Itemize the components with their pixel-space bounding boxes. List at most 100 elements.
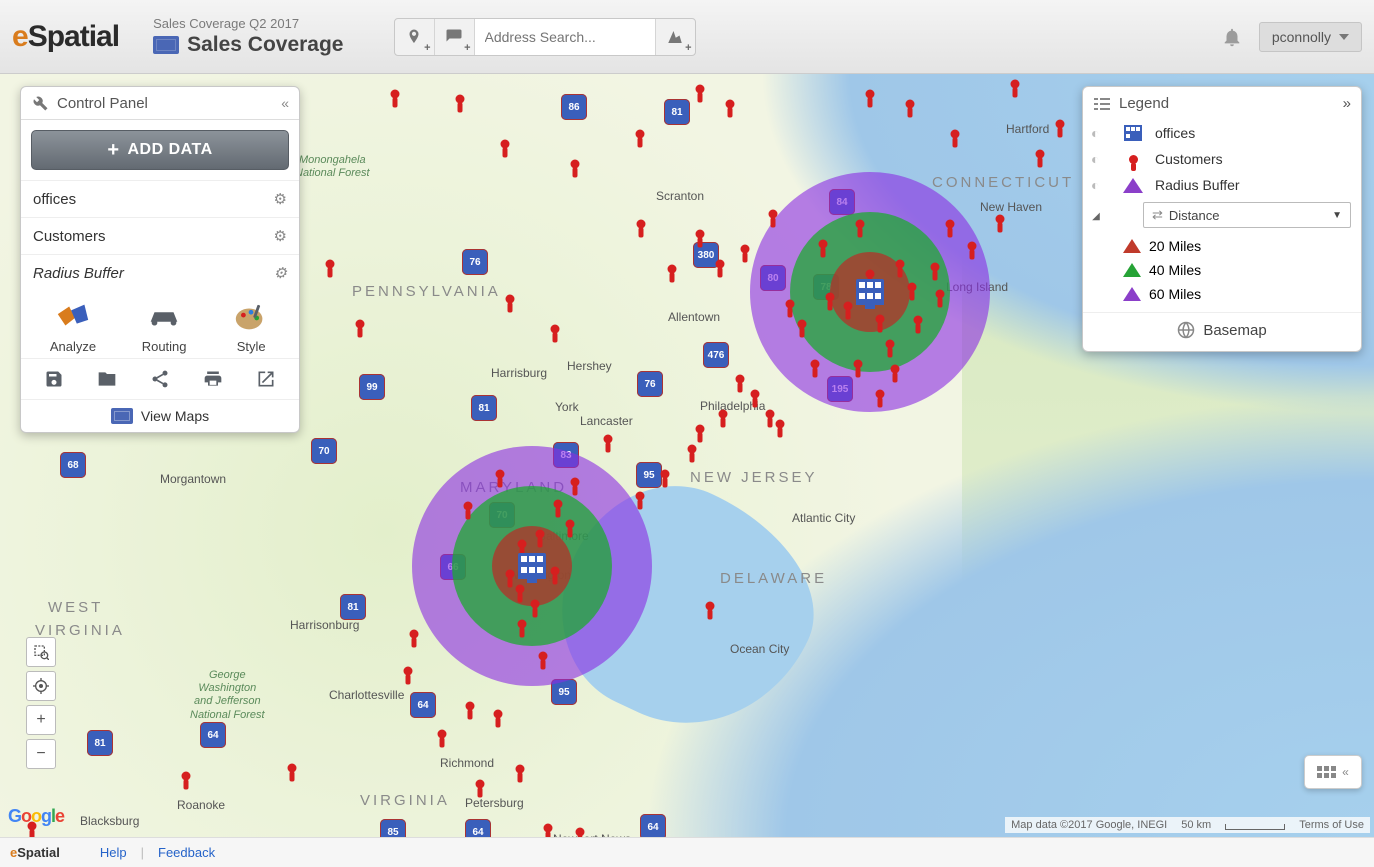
customer-pin[interactable] [554,500,563,509]
customer-pin[interactable] [566,520,575,529]
legend-buffer-row[interactable]: 20 Miles [1083,234,1361,258]
customer-pin[interactable] [996,215,1005,224]
customer-pin[interactable] [551,325,560,334]
customer-pin[interactable] [951,130,960,139]
customer-pin[interactable] [516,585,525,594]
print-icon[interactable] [198,367,228,391]
add-pin-button[interactable]: + [395,19,435,55]
customer-pin[interactable] [576,828,585,837]
customer-pin[interactable] [936,290,945,299]
customer-pin[interactable] [604,435,613,444]
customer-pin[interactable] [844,302,853,311]
view-maps-button[interactable]: View Maps [21,399,299,432]
customer-pin[interactable] [931,263,940,272]
terms-link[interactable]: Terms of Use [1299,819,1364,831]
customer-pin[interactable] [696,230,705,239]
customer-pin[interactable] [536,530,545,539]
legend-radius-row[interactable]: ◐ Radius Buffer [1083,172,1361,198]
customer-pin[interactable] [1056,120,1065,129]
customer-pin[interactable] [466,702,475,711]
customer-pin[interactable] [506,570,515,579]
customer-pin[interactable] [1036,150,1045,159]
customer-pin[interactable] [766,410,775,419]
visibility-toggle-icon[interactable]: ◐ [1091,177,1111,193]
customer-pin[interactable] [968,242,977,251]
customer-pin[interactable] [476,780,485,789]
zoom-out-button[interactable]: − [26,739,56,769]
customer-pin[interactable] [688,445,697,454]
share-icon[interactable] [145,367,175,391]
gear-icon[interactable]: ⚙ [274,227,287,245]
office-marker[interactable] [856,279,884,305]
customer-pin[interactable] [506,295,515,304]
search-input[interactable] [475,19,655,55]
legend-buffer-row[interactable]: 40 Miles [1083,258,1361,282]
customer-pin[interactable] [946,220,955,229]
customer-pin[interactable] [1011,80,1020,89]
customer-pin[interactable] [571,160,580,169]
add-note-button[interactable]: + [435,19,475,55]
customer-pin[interactable] [551,567,560,576]
add-route-button[interactable]: + [655,19,695,55]
customer-pin[interactable] [736,375,745,384]
add-data-button[interactable]: + ADD DATA [31,130,289,170]
customer-pin[interactable] [716,260,725,269]
customer-pin[interactable] [798,320,807,329]
customer-pin[interactable] [706,602,715,611]
customer-pin[interactable] [456,95,465,104]
customer-pin[interactable] [518,620,527,629]
gear-icon[interactable]: ⚙ [274,264,287,282]
customer-pin[interactable] [326,260,335,269]
basemap-button[interactable]: Basemap [1083,312,1361,347]
office-marker[interactable] [518,553,546,579]
export-icon[interactable] [251,367,281,391]
collapse-tree-icon[interactable]: ◢ [1083,211,1109,222]
feedback-link[interactable]: Feedback [158,845,215,860]
legend-offices-row[interactable]: ◐ offices [1083,120,1361,146]
customer-pin[interactable] [908,283,917,292]
help-link[interactable]: Help [100,845,127,860]
customer-pin[interactable] [726,100,735,109]
layer-row[interactable]: Customers⚙ [21,217,299,254]
zoom-in-button[interactable]: + [26,705,56,735]
customer-pin[interactable] [886,340,895,349]
customer-pin[interactable] [819,240,828,249]
customer-pin[interactable] [769,210,778,219]
save-icon[interactable] [39,367,69,391]
customer-pin[interactable] [826,293,835,302]
customer-pin[interactable] [811,360,820,369]
visibility-toggle-icon[interactable]: ◐ [1091,151,1111,167]
legend-customers-row[interactable]: ◐ Customers [1083,146,1361,172]
customer-pin[interactable] [891,365,900,374]
customer-pin[interactable] [531,600,540,609]
customer-pin[interactable] [661,470,670,479]
customer-pin[interactable] [696,85,705,94]
layer-row[interactable]: Radius Buffer⚙ [21,254,299,291]
distance-dropdown[interactable]: ⇄ Distance ▼ [1143,202,1351,228]
customer-pin[interactable] [637,220,646,229]
visibility-toggle-icon[interactable]: ◐ [1091,125,1111,141]
customer-pin[interactable] [438,730,447,739]
customer-pin[interactable] [776,420,785,429]
customer-pin[interactable] [696,425,705,434]
locate-button[interactable] [26,671,56,701]
customer-pin[interactable] [464,502,473,511]
map-canvas[interactable]: PENNSYLVANIAWESTVIRGINIAMARYLANDDELAWARE… [0,74,1374,837]
customer-pin[interactable] [571,478,580,487]
analyze-tool[interactable]: Analyze [50,301,96,354]
customer-pin[interactable] [544,824,553,833]
customer-pin[interactable] [854,360,863,369]
customer-pin[interactable] [786,300,795,309]
customer-pin[interactable] [518,540,527,549]
open-folder-icon[interactable] [92,367,122,391]
customer-pin[interactable] [668,265,677,274]
collapse-panel-icon[interactable]: « [281,95,289,111]
customer-pin[interactable] [876,315,885,324]
customer-pin[interactable] [404,667,413,676]
customer-pin[interactable] [719,410,728,419]
customer-pin[interactable] [516,765,525,774]
customer-pin[interactable] [496,470,505,479]
user-menu[interactable]: pconnolly [1259,22,1362,52]
customer-pin[interactable] [539,652,548,661]
zoom-select-button[interactable] [26,637,56,667]
